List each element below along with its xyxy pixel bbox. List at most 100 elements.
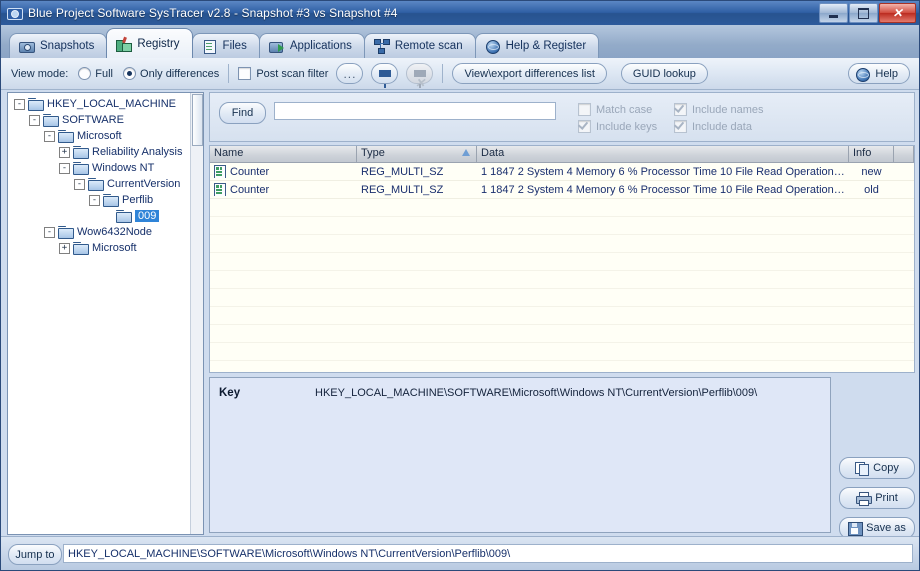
tree-node-label: HKEY_LOCAL_MACHINE xyxy=(47,98,176,110)
help-button[interactable]: Help xyxy=(848,63,910,84)
tree-node-windows-nt[interactable]: - Windows NT xyxy=(8,160,190,176)
column-header-info[interactable]: Info xyxy=(849,146,894,162)
expand-icon[interactable]: + xyxy=(59,242,70,254)
include-data-checkbox[interactable]: Include data xyxy=(674,120,752,133)
tree-node-perflib[interactable]: - Perflib xyxy=(8,192,190,208)
apply-filter-button[interactable] xyxy=(371,63,399,88)
collapse-icon[interactable]: - xyxy=(44,226,55,238)
collapse-icon[interactable]: - xyxy=(59,162,70,174)
tree-node-wow6432node[interactable]: - Wow6432Node xyxy=(8,224,190,240)
close-button[interactable]: ✕ xyxy=(879,3,916,23)
collapse-icon[interactable]: - xyxy=(74,178,85,190)
folder-icon xyxy=(88,178,104,191)
tree-node-reliability-analysis[interactable]: + Reliability Analysis xyxy=(8,144,190,160)
include-keys-label: Include keys xyxy=(596,120,658,133)
tab-label: Help & Register xyxy=(505,40,587,52)
tab-label: Snapshots xyxy=(40,40,95,52)
empty-row xyxy=(210,253,914,271)
ellipsis-icon: ... xyxy=(343,66,357,81)
table-row[interactable]: Counter REG_MULTI_SZ 1 1847 2 System 4 Mem… xyxy=(210,181,914,199)
tab-snapshots[interactable]: Snapshots xyxy=(9,33,108,58)
tree-node-label: SOFTWARE xyxy=(62,114,124,126)
tab-help-register[interactable]: Help & Register xyxy=(474,33,600,58)
tree-node-currentversion[interactable]: - CurrentVersion xyxy=(8,176,190,192)
empty-row xyxy=(210,217,914,235)
window-controls: ✕ xyxy=(819,3,916,23)
find-input[interactable] xyxy=(274,102,556,120)
view-export-differences-button[interactable]: View\export differences list xyxy=(452,63,607,84)
tree-node-microsoft[interactable]: + Microsoft xyxy=(8,240,190,256)
cell-data: 1 1847 2 System 4 Memory 6 % Processor T… xyxy=(481,183,849,196)
registry-icon xyxy=(116,36,133,52)
maximize-button[interactable] xyxy=(849,3,878,23)
radio-only-differences[interactable]: Only differences xyxy=(123,67,219,80)
column-header-label: Type xyxy=(361,147,385,159)
filter-options-button[interactable]: ... xyxy=(336,63,364,84)
table-row[interactable]: Counter REG_MULTI_SZ 1 1847 2 System 4 Mem… xyxy=(210,163,914,181)
find-button[interactable]: Find xyxy=(219,102,266,124)
checkbox-icon xyxy=(238,67,252,80)
tree-node-microsoft[interactable]: - Microsoft xyxy=(8,128,190,144)
cell-type: REG_MULTI_SZ xyxy=(361,165,444,178)
column-header-name[interactable]: Name xyxy=(210,146,357,162)
include-data-label: Include data xyxy=(692,120,752,133)
column-header-label: Data xyxy=(481,147,505,159)
tab-applications[interactable]: Applications xyxy=(258,33,365,58)
application-icon xyxy=(268,39,284,53)
tree-node-hkey-local-machine[interactable]: - HKEY_LOCAL_MACHINE xyxy=(8,96,190,112)
post-scan-filter-checkbox[interactable]: Post scan filter xyxy=(238,67,328,80)
match-case-label: Match case xyxy=(596,103,653,116)
collapse-icon[interactable]: - xyxy=(29,114,40,126)
column-header-data[interactable]: Data xyxy=(477,146,849,162)
cell-name: Counter xyxy=(210,165,357,178)
current-path-field[interactable]: HKEY_LOCAL_MACHINE\SOFTWARE\Microsoft\Wi… xyxy=(63,544,913,563)
column-header-type[interactable]: Type xyxy=(357,146,477,162)
include-keys-checkbox[interactable]: Include keys xyxy=(578,120,657,133)
registry-tree: - HKEY_LOCAL_MACHINE - SOFTWARE - Microsoft + R… xyxy=(8,96,190,256)
copy-button[interactable]: Copy xyxy=(839,457,915,479)
tree-node-software[interactable]: - SOFTWARE xyxy=(8,112,190,128)
print-label: Print xyxy=(875,492,898,504)
print-button[interactable]: Print xyxy=(839,487,915,509)
tab-strip: Snapshots Registry Files Applications Re… xyxy=(1,25,919,58)
collapse-icon[interactable]: - xyxy=(14,98,25,110)
collapse-icon[interactable]: - xyxy=(89,194,100,206)
registry-tree-panel[interactable]: - HKEY_LOCAL_MACHINE - SOFTWARE - Microsoft + R… xyxy=(7,92,204,535)
collapse-icon[interactable]: - xyxy=(44,130,55,142)
empty-row xyxy=(210,361,914,372)
differences-list[interactable]: Name Type Data Info Counter REG_MULTI_SZ 1 18… xyxy=(209,145,915,373)
tab-label: Applications xyxy=(289,40,352,52)
tab-remote-scan[interactable]: Remote scan xyxy=(363,33,476,58)
tree-scrollbar[interactable] xyxy=(190,93,203,534)
view-mode-label: View mode: xyxy=(11,67,69,80)
match-case-checkbox[interactable]: Match case xyxy=(578,103,652,116)
tab-registry[interactable]: Registry xyxy=(106,28,193,58)
folder-icon xyxy=(28,98,44,111)
column-header-label: Name xyxy=(214,147,244,159)
folder-icon xyxy=(73,162,89,175)
folder-icon xyxy=(103,194,119,207)
network-icon xyxy=(373,39,390,54)
expand-icon[interactable]: + xyxy=(59,146,70,158)
tree-node-009[interactable]: 009 xyxy=(8,208,190,224)
scrollbar-thumb[interactable] xyxy=(192,94,203,146)
radio-full[interactable]: Full xyxy=(78,67,113,80)
jump-to-button[interactable]: Jump to xyxy=(8,544,62,565)
minimize-button[interactable] xyxy=(819,3,848,23)
tab-label: Remote scan xyxy=(394,40,463,52)
toolbar-divider-2 xyxy=(442,64,444,83)
include-names-checkbox[interactable]: Include names xyxy=(674,103,764,116)
copy-icon xyxy=(855,462,870,476)
column-header-blank[interactable] xyxy=(894,146,914,162)
empty-row xyxy=(210,325,914,343)
help-button-label: Help xyxy=(875,67,898,80)
folder-icon xyxy=(58,226,74,239)
folder-icon xyxy=(73,242,89,255)
guid-lookup-button[interactable]: GUID lookup xyxy=(620,63,708,84)
key-detail-box[interactable]: Key HKEY_LOCAL_MACHINE\SOFTWARE\Microsof… xyxy=(209,377,831,533)
clear-filter-button[interactable]: ✕ xyxy=(406,63,434,90)
checkbox-icon xyxy=(578,103,591,116)
save-as-label: Save as xyxy=(866,522,906,534)
tab-files[interactable]: Files xyxy=(191,33,260,58)
cell-data: 1 1847 2 System 4 Memory 6 % Processor T… xyxy=(481,165,849,178)
